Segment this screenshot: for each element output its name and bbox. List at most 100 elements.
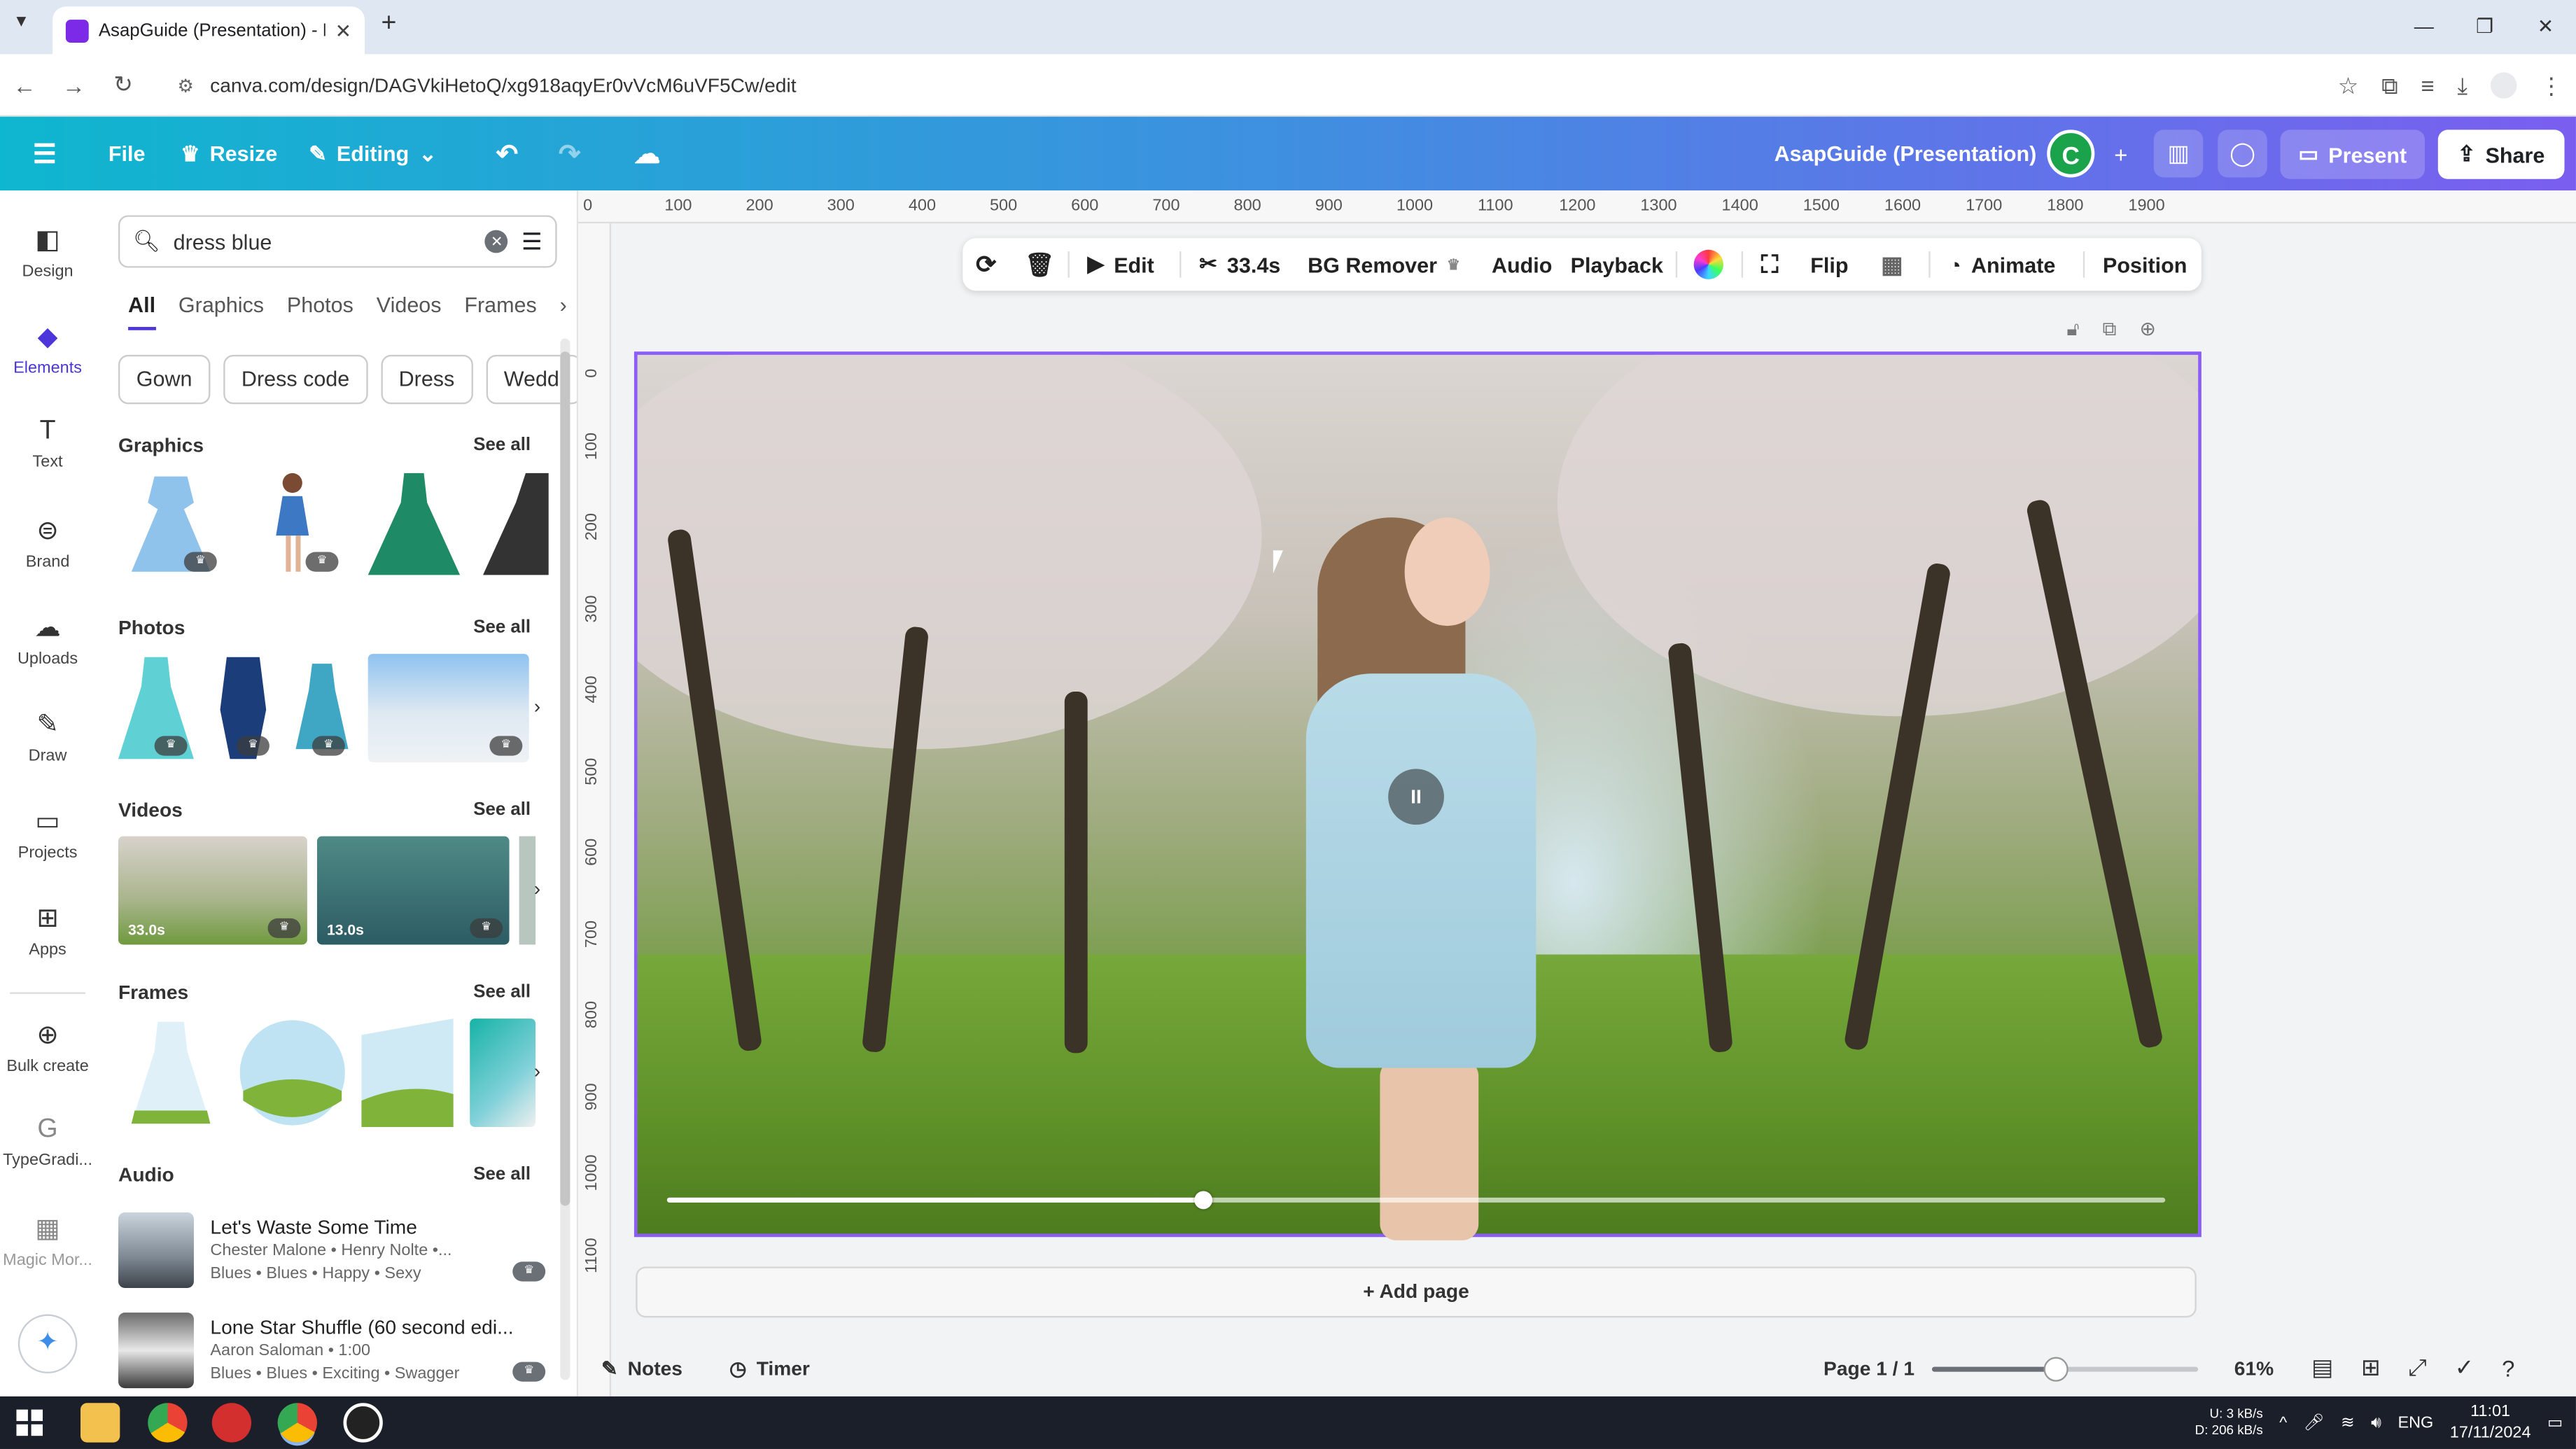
windows-start-icon[interactable] [16,1409,43,1436]
chrome-active-icon[interactable] [277,1403,317,1443]
media-controls-icon[interactable]: ≡ [2421,72,2434,99]
obs-icon[interactable] [343,1403,383,1443]
language-indicator[interactable]: ENG [2398,1414,2433,1432]
panel-scrollbar[interactable] [560,338,570,1380]
zoom-slider-knob[interactable] [2043,1357,2068,1382]
graphic-blue-dress[interactable]: ♛ [118,470,223,578]
tab-frames[interactable]: Frames [464,293,536,330]
fullscreen-icon[interactable]: ⤢ [2408,1354,2426,1382]
rail-projects[interactable]: ▭ Projects [0,805,95,862]
record-app-icon[interactable] [211,1403,252,1443]
filter-sliders-icon[interactable]: ☰ [522,227,542,255]
search-input[interactable]: 🔍︎ dress blue ✕ ☰ [118,215,557,268]
insights-chart-icon[interactable]: ▥ [2153,130,2204,178]
search-query[interactable]: dress blue [174,229,472,253]
pages-grid-icon[interactable]: ⊞ [2361,1354,2381,1382]
audio-track[interactable]: Let's Waste Some Time Chester Malone • H… [118,1212,546,1292]
tabs-chevron-right-icon[interactable]: › [560,293,567,330]
cloud-save-icon[interactable]: ☁ [634,117,661,191]
add-collaborator-icon[interactable]: + [2096,130,2146,177]
resize-button[interactable]: ♛ Resize [181,117,277,191]
playback-button[interactable]: Playback [1571,238,1663,290]
frame-dress-shape[interactable] [118,1018,223,1127]
check-icon[interactable]: ✓ [2455,1354,2474,1382]
magic-assistant-button[interactable]: ✦ [18,1314,78,1374]
reload-icon[interactable]: ↻ [99,71,148,99]
profile-avatar[interactable] [2490,72,2517,99]
rail-design[interactable]: ◧ Design [0,223,95,281]
video-woman-blue-dress[interactable]: 13.0s ♛ [316,836,510,945]
tray-chevron-icon[interactable]: ^ [2279,1414,2287,1432]
color-adjust-button[interactable] [1693,238,1723,290]
rail-brand[interactable]: ⊜ Brand [0,514,95,571]
undo-icon[interactable]: ↶ [496,117,518,191]
close-tab-icon[interactable]: ✕ [335,19,352,42]
rail-uploads[interactable]: ☁ Uploads [0,611,95,668]
graphics-chevron-right-icon[interactable]: › [534,512,540,536]
microphone-icon[interactable]: 🎤︎ [2304,1414,2325,1432]
delete-trash-icon[interactable]: 🗑︎ [1025,238,1054,290]
frames-see-all[interactable]: See all [473,982,531,1002]
tab-graphics[interactable]: Graphics [178,293,264,330]
position-button[interactable]: Position [2103,238,2187,290]
frame-arch-shape[interactable] [361,1018,454,1127]
tab-photos[interactable]: Photos [287,293,354,330]
site-info-icon[interactable]: ⚙ [177,75,193,96]
crop-icon[interactable]: ⛶ [1761,238,1779,290]
grid-view-icon[interactable]: ▤ [2311,1354,2333,1382]
main-menu-icon[interactable]: ☰ [33,117,57,191]
minimize-icon[interactable]: — [2393,0,2454,54]
chip-dress-code[interactable]: Dress code [223,354,368,405]
panel-scrollbar-thumb[interactable] [560,351,570,1206]
photo-tulle-dress[interactable]: ♛ [118,654,194,762]
zoom-percent[interactable]: 61% [2234,1339,2274,1396]
frame-gradient-shape[interactable] [470,1018,536,1127]
chip-gown[interactable]: Gown [118,354,211,405]
redo-icon[interactable]: ↷ [559,117,580,191]
rail-typegradient[interactable]: G TypeGradi... [0,1116,95,1170]
notes-button[interactable]: ✎ Notes [601,1339,682,1396]
volume-icon[interactable]: 🔊︎ [2371,1414,2381,1432]
browser-menu-icon[interactable]: ⋮ [2540,71,2563,99]
present-button[interactable]: ▭ Present [2280,130,2426,179]
timer-button[interactable]: ◷ Timer [729,1339,810,1396]
restore-icon[interactable]: ❐ [2454,0,2515,54]
back-icon[interactable]: ← [0,71,49,98]
help-icon[interactable]: ? [2502,1354,2514,1381]
forward-icon[interactable]: → [49,71,98,98]
rail-magic-morph[interactable]: ▦ Magic Mor... [0,1212,95,1270]
audio-track[interactable]: Lone Star Shuffle (60 second edi... Aaro… [118,1312,546,1392]
browser-tab[interactable]: AsapGuide (Presentation) - Pre ✕ [52,6,365,55]
animate-button[interactable]: ◔ Animate [1948,238,2055,290]
flip-button[interactable]: Flip [1810,238,1848,290]
omnibox[interactable]: ⚙ canva.com/design/DAGVkiHetoQ/xg918aqyE… [164,64,2284,107]
tab-all[interactable]: All [128,293,156,330]
downloads-icon[interactable]: ⤓ [2457,71,2468,99]
comments-icon[interactable]: ◯ [2218,130,2267,178]
bg-remover-button[interactable]: BG Remover ♛ [1308,238,1460,290]
page-indicator[interactable]: Page 1 / 1 [1823,1339,1914,1396]
audio-button[interactable]: Audio [1492,238,1552,290]
video-progress-bar[interactable] [666,1191,2166,1210]
video-orchard-woman[interactable]: 33.0s ♛ [118,836,307,945]
photo-woman-blue-dress[interactable]: ♛ [368,654,529,762]
zoom-slider[interactable] [1931,1357,2199,1382]
trim-button[interactable]: ✂ 33.4s [1199,238,1280,290]
editing-mode-dropdown[interactable]: ✎ Editing ⌄ [309,117,437,191]
photo-sequin-dress[interactable]: ♛ [210,654,276,762]
photo-teal-dress[interactable]: ♛ [293,654,351,762]
notifications-icon[interactable]: ▭ [2547,1414,2563,1432]
video-partial[interactable] [519,836,536,945]
pause-button[interactable]: II [1388,769,1444,825]
bookmark-star-icon[interactable]: ☆ [2338,71,2358,99]
photos-chevron-right-icon[interactable]: › [534,695,540,718]
frames-chevron-right-icon[interactable]: › [534,1060,540,1083]
graphic-woman-dress[interactable]: ♛ [240,470,345,578]
file-explorer-icon[interactable] [80,1403,120,1443]
rail-bulk-create[interactable]: ⊕ Bulk create [0,1018,95,1076]
clear-search-icon[interactable]: ✕ [485,230,509,253]
duplicate-page-icon[interactable]: ⧉ [2103,317,2117,342]
transparency-icon[interactable]: ▦ [1881,238,1903,290]
video-progress-knob[interactable] [1194,1191,1212,1210]
edit-video-button[interactable]: ▶ Edit [1088,238,1154,290]
